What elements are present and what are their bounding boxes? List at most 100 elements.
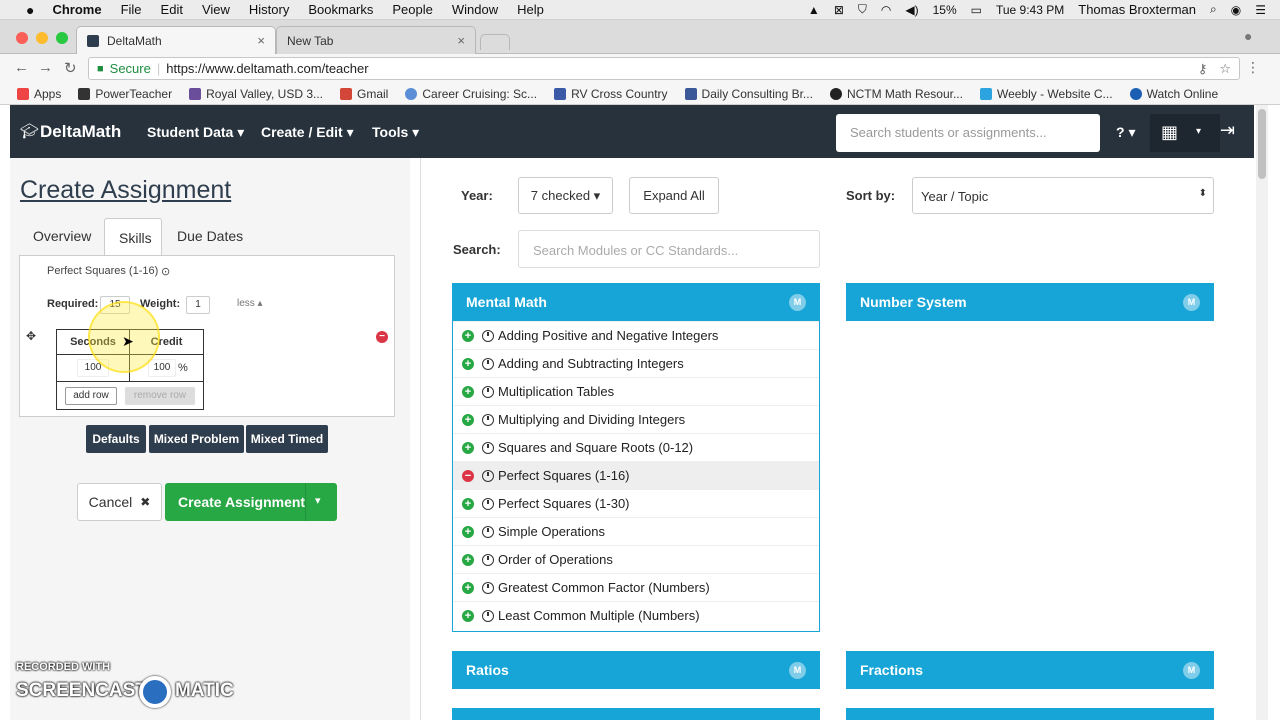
- bookmark-watch-online[interactable]: Watch Online: [1129, 87, 1218, 101]
- menu-help[interactable]: Help: [517, 2, 544, 17]
- calculator-button[interactable]: ▦ ▾: [1150, 114, 1220, 152]
- close-tab-icon[interactable]: ×: [257, 33, 265, 48]
- remove-timing-icon[interactable]: −: [376, 331, 388, 343]
- wifi-icon[interactable]: ◠: [881, 3, 891, 17]
- sort-select[interactable]: Year / Topic ⬍: [912, 177, 1214, 214]
- module-search-input[interactable]: Search Modules or CC Standards...: [518, 230, 820, 268]
- add-row-button[interactable]: add row: [65, 387, 117, 405]
- menu-view[interactable]: View: [202, 2, 230, 17]
- add-skill-icon[interactable]: +: [462, 525, 474, 538]
- bookmark-gmail[interactable]: Gmail: [340, 87, 388, 101]
- drag-handle-icon[interactable]: ✥: [26, 329, 36, 343]
- scrollbar-thumb[interactable]: [1258, 109, 1266, 179]
- nav-tools[interactable]: Tools ▾: [372, 124, 419, 141]
- close-window-icon[interactable]: [16, 32, 28, 44]
- help-dropdown[interactable]: ? ▾: [1116, 124, 1135, 141]
- cancel-button[interactable]: Cancel ✖: [77, 483, 162, 521]
- back-icon[interactable]: ←: [14, 59, 29, 76]
- list-item[interactable]: + Least Common Multiple (Numbers): [453, 601, 819, 629]
- less-toggle[interactable]: less ▴: [237, 298, 263, 309]
- module-mental-math-header[interactable]: Mental Math M: [452, 283, 820, 321]
- tab-new-tab[interactable]: New Tab ×: [276, 26, 476, 54]
- new-tab-button[interactable]: [480, 34, 510, 50]
- list-item-selected[interactable]: − Perfect Squares (1-16): [453, 461, 819, 489]
- expand-all-button[interactable]: Expand All: [629, 177, 719, 214]
- more-options-icon[interactable]: ⋮: [1246, 59, 1260, 76]
- create-assignment-button[interactable]: Create Assignment ▾: [165, 483, 337, 521]
- shield-icon[interactable]: ⛉: [858, 2, 867, 17]
- list-item[interactable]: + Adding and Subtracting Integers: [453, 349, 819, 377]
- tab-due-dates[interactable]: Due Dates: [177, 228, 243, 244]
- year-dropdown[interactable]: 7 checked ▾: [518, 177, 613, 214]
- minimize-window-icon[interactable]: [36, 32, 48, 44]
- add-skill-icon[interactable]: +: [462, 357, 474, 370]
- list-item[interactable]: + Multiplication Tables: [453, 377, 819, 405]
- credit-input[interactable]: 100: [148, 359, 176, 377]
- list-item[interactable]: + Adding Positive and Negative Integers: [453, 321, 819, 349]
- tab-deltamath[interactable]: DeltaMath ×: [76, 26, 276, 54]
- nav-search-input[interactable]: Search students or assignments...: [836, 114, 1100, 152]
- module-fractions-header[interactable]: Fractions M: [846, 651, 1214, 689]
- bookmark-royal-valley[interactable]: Royal Valley, USD 3...: [189, 87, 323, 101]
- add-skill-icon[interactable]: +: [462, 581, 474, 594]
- list-item[interactable]: + Simple Operations: [453, 517, 819, 545]
- module-header-partial[interactable]: [846, 708, 1214, 720]
- zoom-window-icon[interactable]: [56, 32, 68, 44]
- bookmark-powerteacher[interactable]: PowerTeacher: [78, 87, 172, 101]
- clock[interactable]: Tue 9:43 PM: [996, 3, 1064, 17]
- menu-window[interactable]: Window: [452, 2, 498, 17]
- deltamath-logo[interactable]: DeltaMath: [40, 122, 121, 142]
- menu-people[interactable]: People: [392, 2, 432, 17]
- list-item[interactable]: + Order of Operations: [453, 545, 819, 573]
- bookmark-daily-consulting[interactable]: Daily Consulting Br...: [684, 87, 813, 101]
- add-skill-icon[interactable]: +: [462, 385, 474, 398]
- close-tab-icon[interactable]: ×: [457, 33, 465, 48]
- logout-icon[interactable]: ⇥: [1220, 120, 1235, 141]
- list-item[interactable]: + Multiplying and Dividing Integers: [453, 405, 819, 433]
- mixed-problem-button[interactable]: Mixed Problem: [149, 425, 244, 453]
- add-skill-icon[interactable]: +: [462, 497, 474, 510]
- siri-icon[interactable]: ◉: [1231, 3, 1241, 17]
- battery-percent[interactable]: 15%: [933, 3, 957, 17]
- bookmark-nctm[interactable]: NCTM Math Resour...: [829, 87, 963, 101]
- module-ratios-header[interactable]: Ratios M: [452, 651, 820, 689]
- omnibox[interactable]: ■ Secure | https://www.deltamath.com/tea…: [88, 57, 1240, 80]
- star-icon[interactable]: ☆: [1219, 61, 1231, 77]
- menu-edit[interactable]: Edit: [161, 2, 183, 17]
- reload-icon[interactable]: ↻: [64, 59, 77, 77]
- page-scrollbar[interactable]: [1256, 105, 1268, 720]
- bookmark-weebly[interactable]: Weebly - Website C...: [979, 87, 1113, 101]
- add-skill-icon[interactable]: +: [462, 413, 474, 426]
- menu-file[interactable]: File: [121, 2, 142, 17]
- tab-overview[interactable]: Overview: [33, 228, 91, 244]
- drive-icon[interactable]: ▲: [808, 3, 820, 17]
- user-name[interactable]: Thomas Broxterman: [1078, 2, 1196, 17]
- menu-chrome[interactable]: Chrome: [52, 2, 101, 17]
- remove-row-button[interactable]: remove row: [125, 387, 195, 405]
- tab-skills[interactable]: Skills: [104, 218, 162, 256]
- list-item[interactable]: + Perfect Squares (1-30): [453, 489, 819, 517]
- info-icon[interactable]: ⊙: [161, 265, 170, 278]
- list-item[interactable]: + Greatest Common Factor (Numbers): [453, 573, 819, 601]
- add-skill-icon[interactable]: +: [462, 553, 474, 566]
- adblock-icon[interactable]: ⊠: [834, 3, 844, 17]
- bookmark-career-cruising[interactable]: Career Cruising: Sc...: [405, 87, 537, 101]
- nav-student-data[interactable]: Student Data ▾: [147, 124, 244, 141]
- add-skill-icon[interactable]: +: [462, 609, 474, 622]
- menu-bookmarks[interactable]: Bookmarks: [308, 2, 373, 17]
- bookmark-rv-cross-country[interactable]: RV Cross Country: [554, 87, 668, 101]
- weight-input[interactable]: 1: [186, 296, 210, 314]
- list-item[interactable]: + Squares and Square Roots (0-12): [453, 433, 819, 461]
- nav-create-edit[interactable]: Create / Edit ▾: [261, 124, 354, 141]
- notification-icon[interactable]: ☰: [1255, 3, 1266, 17]
- bookmark-apps[interactable]: Apps: [17, 87, 61, 101]
- add-skill-icon[interactable]: +: [462, 441, 474, 454]
- forward-icon[interactable]: →: [38, 59, 53, 76]
- module-number-system-header[interactable]: Number System M: [846, 283, 1214, 321]
- module-header-partial[interactable]: [452, 708, 820, 720]
- chevron-down-icon[interactable]: ▾: [315, 494, 321, 507]
- remove-skill-icon[interactable]: −: [462, 469, 474, 482]
- key-icon[interactable]: ⚷: [1198, 61, 1208, 77]
- apple-icon[interactable]: ●: [26, 2, 34, 18]
- mixed-timed-button[interactable]: Mixed Timed: [246, 425, 328, 453]
